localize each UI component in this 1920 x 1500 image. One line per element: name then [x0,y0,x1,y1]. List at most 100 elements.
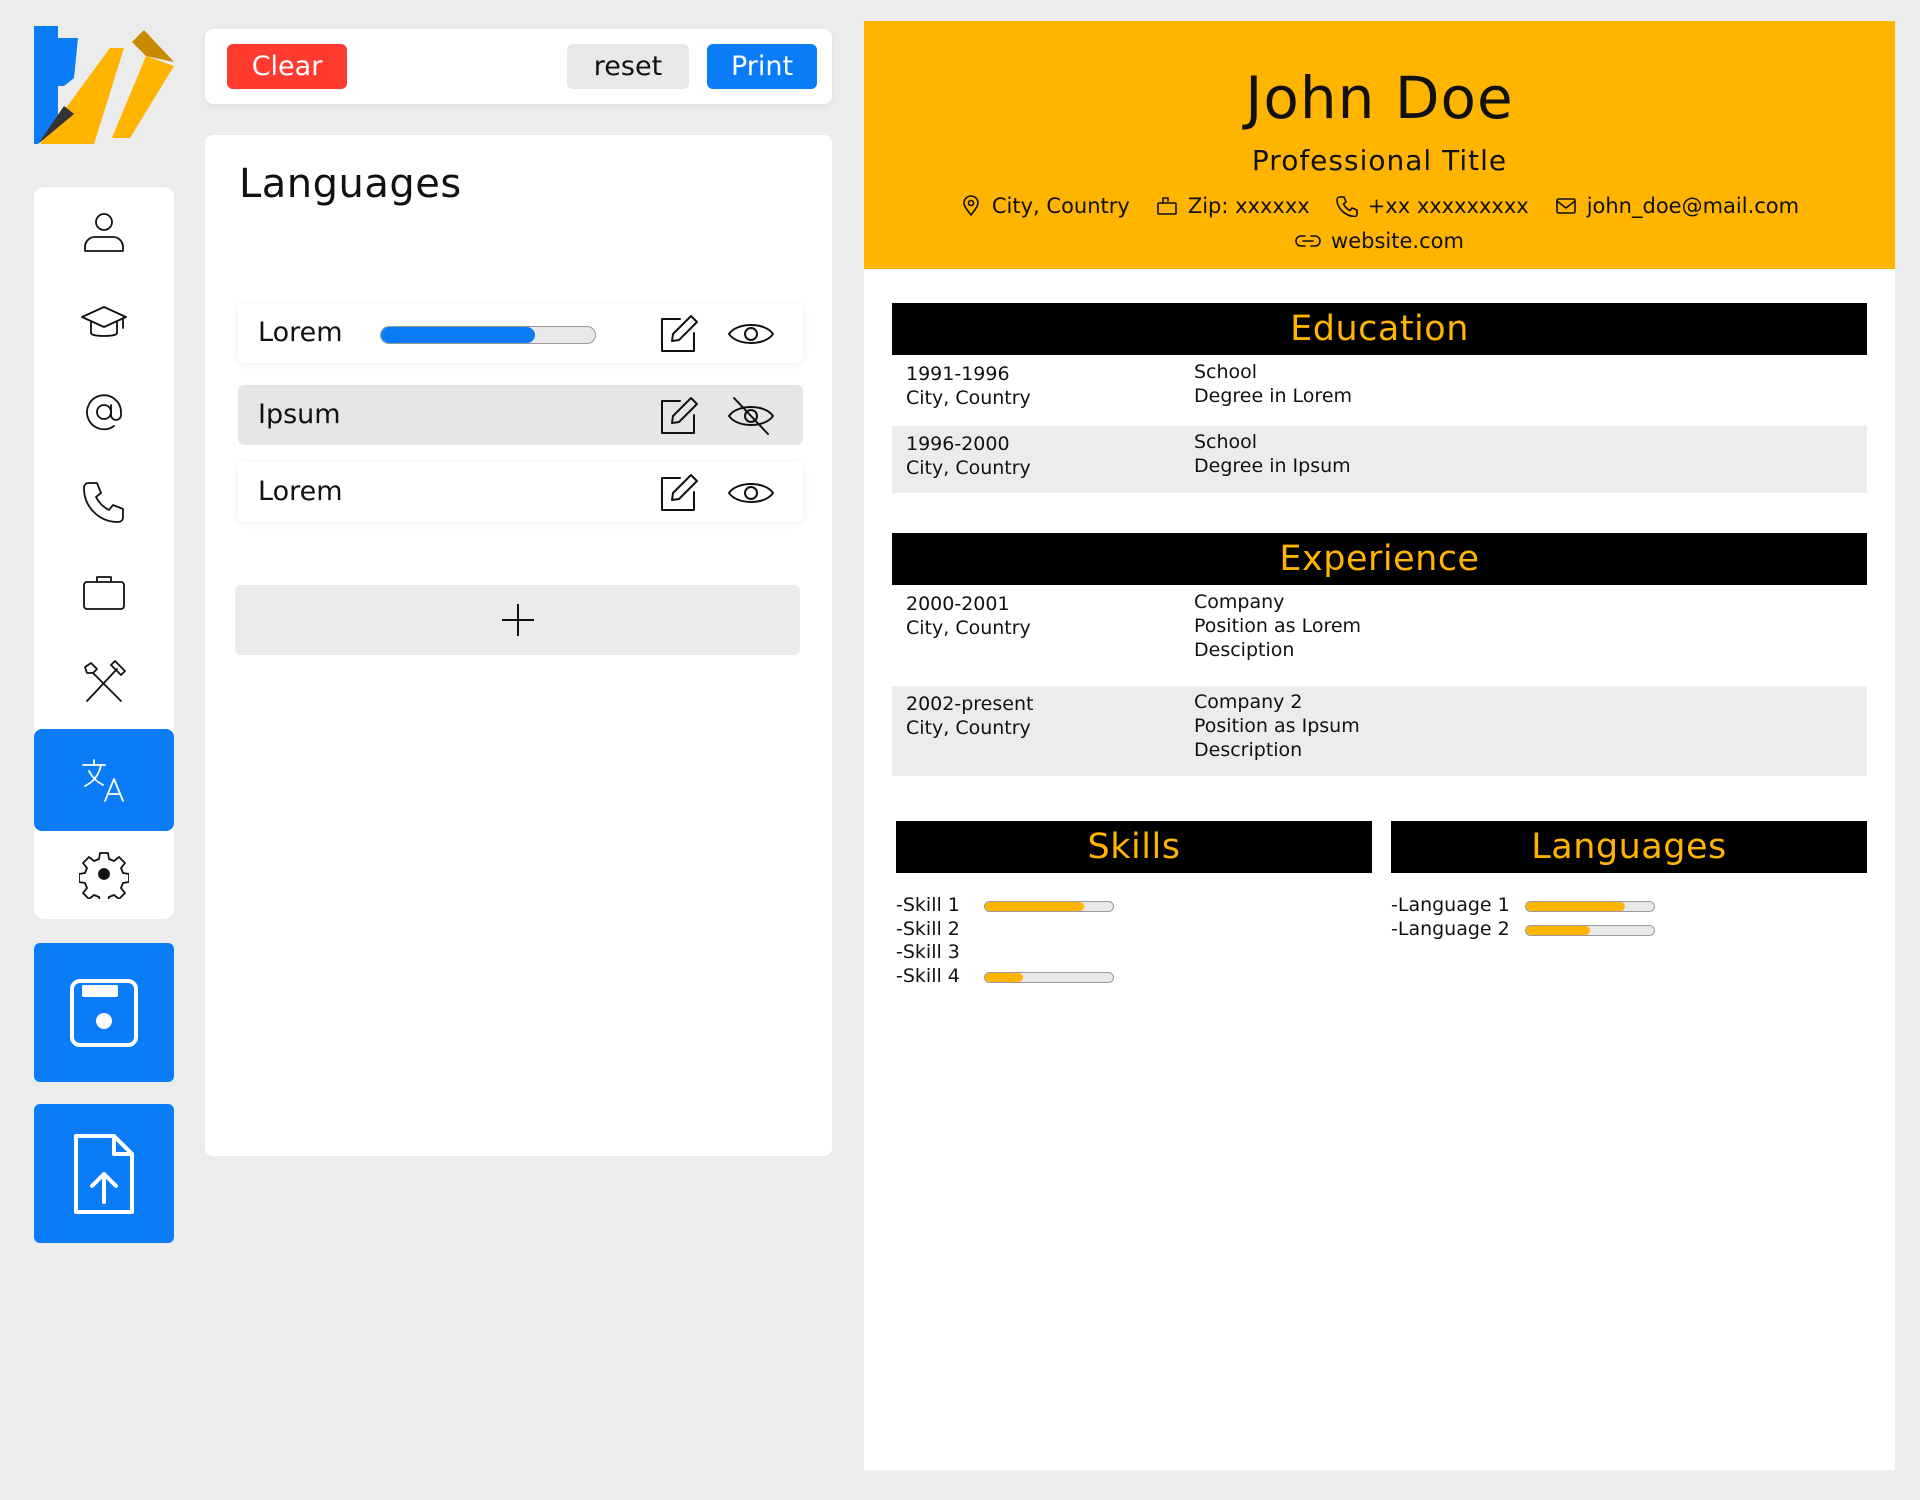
skills-list: -Skill 1 -Skill 2 -Skill 3 -Skill 4 [896,894,1372,988]
language-row[interactable]: Ipsum [238,385,803,445]
upload-file-button[interactable] [34,1104,174,1243]
entry-years: 2002-present [906,693,1034,715]
clear-button[interactable]: Clear [227,44,347,89]
nav-item-phone[interactable] [34,457,174,547]
entry-years: 1996-2000 [906,433,1010,455]
entry-description: Desciption [1194,639,1295,661]
nav-item-settings[interactable] [34,829,174,919]
entry-place: City, Country [906,457,1031,479]
envelope-icon [1555,198,1576,214]
entry-school: School [1194,431,1258,453]
contact-location: City, Country [960,194,1130,218]
link-icon [1295,235,1321,247]
at-sign-icon [86,394,122,431]
contact-zip: Zip: xxxxxx [1156,194,1310,218]
skill-item: -Skill 4 [896,965,1372,989]
language-level-bar [1525,924,1655,936]
entry-place: City, Country [906,717,1031,739]
resume-name: John Doe [1245,64,1514,132]
skill-name: -Skill 2 [896,917,960,940]
entry-place: City, Country [906,617,1031,639]
phone-icon [1335,196,1358,217]
education-entry: 1991-1996 City, Country School Degree in L… [892,356,1867,419]
skill-item: -Skill 1 [896,894,1372,918]
language-name: Lorem [258,476,343,507]
skill-item: -Skill 2 [896,918,1372,942]
graduation-cap-icon [81,306,127,337]
briefcase-icon [83,576,125,610]
contact-phone-text: +xx xxxxxxxxx [1367,194,1529,218]
entry-company: Company [1194,591,1285,613]
skill-level-fill [985,972,1024,982]
language-name: Ipsum [258,399,341,430]
phone-icon [83,482,124,523]
language-level-bar [1525,901,1655,912]
language-name: Lorem [258,317,343,348]
contact-zip-text: Zip: xxxxxx [1187,194,1310,218]
contact-email-text: john_doe@mail.com [1586,194,1800,218]
experience-entry: 2000-2001 City, Country Company Position a… [892,586,1867,676]
language-level-fill [381,327,536,343]
entry-position: Position as Ipsum [1194,715,1360,737]
entry-school: School [1194,361,1258,383]
entry-company: Company 2 [1194,691,1303,713]
edit-icon[interactable] [658,395,700,437]
resume-preview: John Doe Professional Title City, Countr… [864,21,1895,1470]
nav-item-email[interactable] [34,367,174,457]
experience-heading: Experience [892,533,1867,585]
gear-icon [79,852,129,899]
nav-item-education[interactable] [34,277,174,367]
entry-years: 1991-1996 [906,363,1010,385]
add-language-button[interactable] [235,585,800,655]
entry-years: 2000-2001 [906,593,1010,615]
file-upload-icon [74,1133,134,1214]
nav-item-skills[interactable] [34,637,174,727]
floppy-disk-icon [70,978,138,1047]
entry-degree: Degree in Ipsum [1194,455,1351,477]
tools-icon [84,660,126,702]
eye-icon[interactable] [726,313,776,355]
language-item: -Language 1 [1391,894,1867,918]
print-button[interactable]: Print [707,44,817,89]
edit-icon[interactable] [658,472,700,514]
language-row[interactable]: Lorem [238,462,803,522]
skills-heading: Skills [896,821,1372,873]
contact-line: City, Country Zip: xxxxxx +xx xxxxxxxxx … [864,194,1895,218]
app-logo [34,26,174,152]
nav-item-languages[interactable] [34,729,174,831]
resume-title: Professional Title [1251,144,1508,177]
toolbar: Clear reset Print [205,29,832,104]
nav-item-personal[interactable] [34,187,174,277]
panel-title: Languages [239,161,462,207]
contact-website: website.com [1295,229,1464,253]
eye-off-icon[interactable] [726,395,776,437]
education-heading: Education [892,303,1867,355]
language-level-fill [1526,902,1625,911]
eye-icon[interactable] [726,472,776,514]
skill-name: -Skill 3 [896,941,960,963]
language-level-bar [380,326,596,344]
save-button[interactable] [34,943,174,1082]
nav-item-experience[interactable] [34,547,174,637]
edit-icon[interactable] [658,313,700,355]
language-name: -Language 2 [1391,917,1510,940]
language-item: -Language 2 [1391,918,1867,942]
contact-email: john_doe@mail.com [1555,194,1799,218]
skill-item: -Skill 3 [896,941,1372,965]
entry-position: Position as Lorem [1194,615,1362,637]
language-name: -Language 1 [1391,894,1510,916]
language-level-fill [1526,925,1590,935]
skill-name: -Skill 4 [896,964,960,987]
skill-level-bar [984,901,1114,912]
translate-icon [82,759,124,802]
mailbox-icon [1157,197,1177,215]
languages-list: -Language 1 -Language 2 [1391,894,1867,941]
education-entry: 1996-2000 City, Country School Degree in I… [892,426,1867,493]
skill-level-bar [984,971,1114,983]
entry-degree: Degree in Lorem [1194,385,1353,407]
language-row[interactable]: Lorem [238,303,803,363]
plus-icon [501,604,534,636]
reset-button[interactable]: reset [567,44,689,89]
entry-place: City, Country [906,387,1031,409]
map-pin-icon [963,195,979,216]
